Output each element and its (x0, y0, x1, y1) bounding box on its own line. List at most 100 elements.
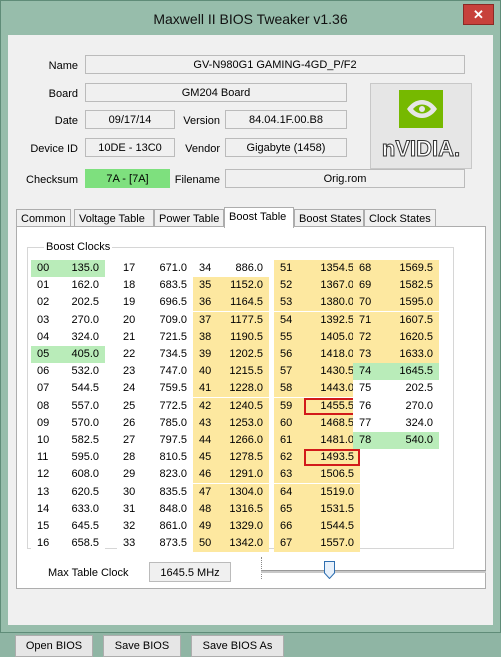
boost-clock-value[interactable]: 1253.0 (225, 414, 269, 432)
boost-clock-value[interactable]: 1544.5 (304, 518, 360, 535)
boost-clock-value[interactable]: 1493.5 (304, 449, 360, 467)
boost-clock-value[interactable]: 1645.5 (383, 363, 439, 381)
boost-clock-value[interactable]: 683.5 (149, 277, 193, 295)
boost-clock-value[interactable]: 557.0 (53, 397, 105, 415)
boost-clock-value[interactable]: 797.5 (149, 432, 193, 449)
tab-boost-table[interactable]: Boost Table (224, 207, 294, 228)
boost-clock-value[interactable]: 1633.0 (383, 346, 439, 363)
boost-clock-value[interactable]: 1367.0 (304, 277, 360, 295)
boost-clock-value[interactable]: 1380.0 (304, 294, 360, 312)
boost-clock-value[interactable]: 835.5 (149, 483, 193, 501)
boost-clock-value[interactable]: 1506.5 (304, 466, 360, 484)
boost-clock-value[interactable]: 1557.0 (304, 535, 360, 553)
boost-clock-value[interactable]: 1329.0 (225, 518, 269, 535)
boost-clock-value[interactable]: 1569.5 (383, 260, 439, 277)
boost-clock-value[interactable]: 823.0 (149, 466, 193, 484)
tab-common[interactable]: Common (16, 209, 71, 227)
boost-clock-value[interactable]: 734.5 (149, 346, 193, 363)
boost-clock-value[interactable]: 1443.0 (304, 380, 360, 398)
boost-clock-value[interactable]: 848.0 (149, 500, 193, 518)
boost-clock-value[interactable]: 873.5 (149, 535, 193, 553)
boost-clock-value[interactable]: 544.5 (53, 380, 105, 398)
boost-clock-value[interactable]: 540.0 (383, 432, 439, 449)
boost-clock-value[interactable]: 1177.5 (225, 311, 269, 329)
boost-clock-value[interactable]: 270.0 (383, 397, 439, 415)
boost-clock-value[interactable]: 620.5 (53, 483, 105, 501)
boost-clock-value[interactable]: 633.0 (53, 500, 105, 518)
boost-clock-value[interactable]: 532.0 (53, 363, 105, 381)
boost-clock-value[interactable]: 1582.5 (383, 277, 439, 295)
boost-clock-value[interactable]: 595.0 (53, 449, 105, 467)
boost-index: 07 (31, 380, 55, 398)
boost-clock-value[interactable]: 1595.0 (383, 294, 439, 312)
boost-clock-value[interactable]: 671.0 (149, 260, 193, 277)
boost-clock-value[interactable]: 658.5 (53, 535, 105, 553)
boost-clock-value[interactable]: 759.5 (149, 380, 193, 398)
tab-power-table[interactable]: Power Table (154, 209, 224, 227)
boost-clock-value[interactable]: 785.0 (149, 414, 193, 432)
boost-slider-thumb[interactable] (323, 561, 335, 580)
boost-clock-value[interactable]: 202.5 (53, 294, 105, 312)
boost-clock-value[interactable]: 1455.5 (304, 397, 360, 415)
close-button[interactable]: ✕ (463, 4, 494, 25)
boost-clock-value[interactable]: 721.5 (149, 328, 193, 346)
boost-clock-value[interactable]: 135.0 (53, 260, 105, 277)
boost-clock-value[interactable]: 1291.0 (225, 466, 269, 484)
boost-clock-value[interactable]: 1531.5 (304, 500, 360, 518)
boost-clock-value[interactable]: 772.5 (149, 397, 193, 415)
name-field[interactable]: GV-N980G1 GAMING-4GD_P/F2 (85, 55, 465, 74)
boost-clock-value[interactable]: 162.0 (53, 277, 105, 295)
boost-clock-value[interactable]: 1304.0 (225, 483, 269, 501)
boost-clock-value[interactable]: 405.0 (53, 346, 105, 363)
boost-clock-value[interactable]: 324.0 (383, 414, 439, 432)
tab-clock-states[interactable]: Clock States (364, 209, 436, 227)
date-field[interactable]: 09/17/14 (85, 110, 175, 129)
boost-clock-value[interactable]: 696.5 (149, 294, 193, 312)
boost-clock-value[interactable]: 1342.0 (225, 535, 269, 553)
boost-clock-value[interactable]: 324.0 (53, 328, 105, 346)
boost-clock-value[interactable]: 810.5 (149, 449, 193, 467)
boost-clock-value[interactable]: 645.5 (53, 518, 105, 535)
boost-clock-value[interactable]: 270.0 (53, 311, 105, 329)
save-bios-as-button[interactable]: Save BIOS As (191, 635, 284, 657)
boost-clock-value[interactable]: 608.0 (53, 466, 105, 484)
boost-clock-value[interactable]: 747.0 (149, 363, 193, 381)
save-bios-button[interactable]: Save BIOS (103, 635, 181, 657)
open-bios-button[interactable]: Open BIOS (15, 635, 93, 657)
boost-clock-value[interactable]: 1430.5 (304, 363, 360, 381)
boost-clock-value[interactable]: 1152.0 (225, 277, 269, 295)
boost-clock-value[interactable]: 1202.5 (225, 346, 269, 363)
boost-clock-value[interactable]: 1620.5 (383, 328, 439, 346)
boost-clock-value[interactable]: 709.0 (149, 311, 193, 329)
board-field[interactable]: GM204 Board (85, 83, 347, 102)
boost-clock-value[interactable]: 861.0 (149, 518, 193, 535)
boost-clock-value[interactable]: 1164.5 (225, 294, 269, 312)
boost-clock-value[interactable]: 1215.5 (225, 363, 269, 381)
boost-clock-value[interactable]: 1354.5 (304, 260, 360, 277)
boost-slider-track[interactable] (261, 570, 486, 573)
boost-clock-value[interactable]: 886.0 (225, 260, 269, 277)
boost-clock-value[interactable]: 570.0 (53, 414, 105, 432)
boost-clock-value[interactable]: 1607.5 (383, 311, 439, 329)
boost-clock-value[interactable]: 1405.0 (304, 328, 360, 346)
boost-clock-value[interactable]: 1316.5 (225, 500, 269, 518)
boost-clock-value[interactable]: 1468.5 (304, 414, 360, 432)
boost-clock-value[interactable]: 1278.5 (225, 449, 269, 467)
boost-clock-value[interactable]: 1519.0 (304, 483, 360, 501)
boost-clock-value[interactable]: 1392.5 (304, 311, 360, 329)
tab-voltage-table[interactable]: Voltage Table (74, 209, 154, 227)
boost-clock-value[interactable]: 1418.0 (304, 346, 360, 363)
boost-clock-value[interactable]: 1240.5 (225, 397, 269, 415)
boost-clock-value[interactable]: 1228.0 (225, 380, 269, 398)
boost-clock-value[interactable]: 582.5 (53, 432, 105, 449)
boost-clock-value[interactable]: 1266.0 (225, 432, 269, 449)
device-id-field[interactable]: 10DE - 13C0 (85, 138, 175, 157)
boost-clock-value[interactable]: 1481.0 (304, 432, 360, 449)
tab-boost-states[interactable]: Boost States (294, 209, 364, 227)
boost-clock-value[interactable]: 202.5 (383, 380, 439, 398)
vendor-field[interactable]: Gigabyte (1458) (225, 138, 347, 157)
checksum-field[interactable]: 7A - [7A] (85, 169, 170, 188)
filename-field[interactable]: Orig.rom (225, 169, 465, 188)
version-field[interactable]: 84.04.1F.00.B8 (225, 110, 347, 129)
boost-clock-value[interactable]: 1190.5 (225, 328, 269, 346)
